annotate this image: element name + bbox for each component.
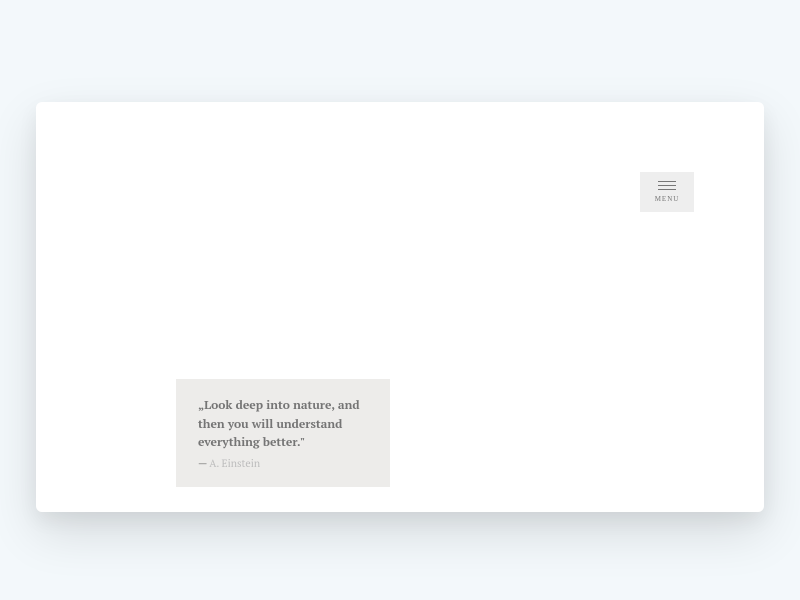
- menu-label: MENU: [655, 195, 680, 203]
- menu-button[interactable]: MENU: [640, 172, 694, 212]
- quote-author: — A. Einstein: [198, 457, 372, 471]
- hamburger-icon: [658, 181, 676, 190]
- page-frame: MENU „Look deep into nature, and then yo…: [36, 102, 764, 512]
- quote-text: „Look deep into nature, and then you wil…: [198, 397, 372, 453]
- quote-author-name: A. Einstein: [209, 457, 260, 471]
- quote-block: „Look deep into nature, and then you wil…: [176, 379, 390, 487]
- quote-dash: —: [198, 457, 209, 471]
